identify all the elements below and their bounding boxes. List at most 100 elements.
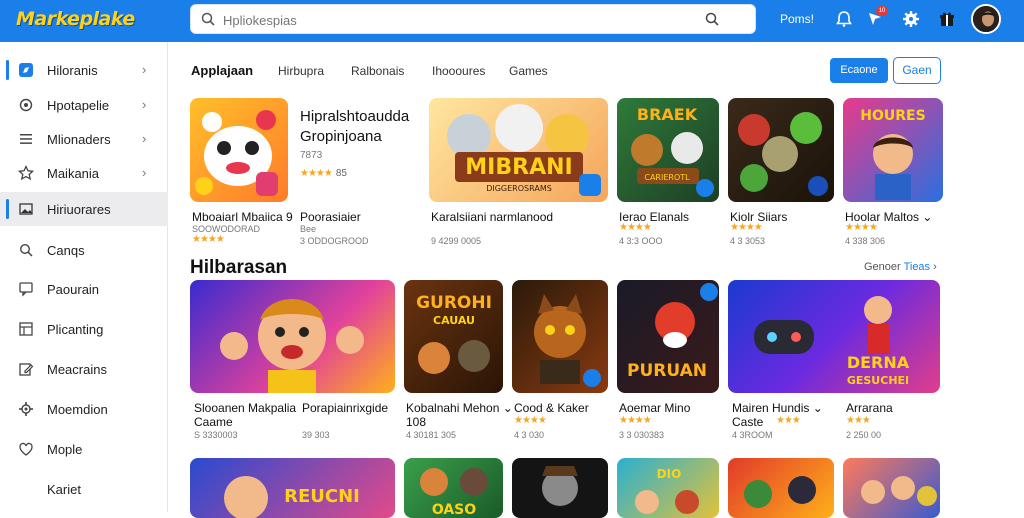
user-greeting[interactable]: Poms! (780, 12, 814, 26)
game-meta: 4 3 030 (514, 430, 545, 440)
sidebar-item-label: Mlionaders (47, 132, 111, 147)
sidebar-item-5[interactable]: Hiriuorares (0, 192, 168, 226)
tab-games[interactable]: Games (509, 64, 548, 78)
game-thumbnail: DIO (617, 458, 719, 518)
app-meta-2: Bee (300, 224, 317, 234)
app-meta-3: 3 ODDOGROOD (300, 236, 369, 246)
sidebar-item-label: Paourain (47, 282, 100, 297)
sidebar-item-2[interactable]: Hpotapelie › (0, 88, 168, 122)
search-submit-icon[interactable] (705, 12, 719, 26)
sidebar-item-11[interactable]: Mople (0, 432, 168, 466)
star-rating: ★★★★ (845, 222, 878, 233)
game-thumbnail (512, 280, 608, 393)
search-box[interactable] (190, 4, 756, 34)
gift-icon[interactable] (938, 10, 956, 28)
game-name-2: Arrarana (846, 401, 893, 415)
thumbnail-title: OASO (432, 502, 476, 518)
thumbnail-title: MIBRANI (465, 155, 572, 180)
sidebar-item-label: Maikania (47, 166, 100, 181)
chevron-right-icon: › (142, 165, 147, 180)
game-thumbnail (512, 458, 608, 518)
app-logo[interactable]: Markeplake (16, 8, 135, 30)
chat-icon (19, 282, 33, 297)
sidebar-item-8[interactable]: Plicanting (0, 312, 168, 346)
sidebar-item-label: Kariet (47, 482, 81, 497)
sidebar-item-label: Meacrains (47, 362, 107, 377)
user-avatar[interactable] (971, 4, 1001, 34)
target-icon (19, 98, 33, 112)
star-rating: ★★★★ (619, 222, 652, 233)
chevron-right-icon: › (142, 97, 147, 112)
thumbnail-banner: CARIEROTL (644, 173, 690, 182)
app-name: Mboaiarl Mbaiica 9 (192, 210, 293, 224)
app-name: Karalsiiani narmlanood (431, 210, 554, 224)
game-meta: S 3330003 (194, 430, 238, 440)
sidebar-item-9[interactable]: Meacrains (0, 352, 168, 386)
tab-2[interactable]: Hirbupra (278, 64, 324, 78)
sidebar-item-3[interactable]: Mlionaders › (0, 122, 168, 156)
search-input[interactable] (223, 10, 683, 30)
sidebar-item-4[interactable]: Maikania › (0, 156, 168, 190)
app-thumbnail (728, 98, 834, 202)
thumbnail-title: GUROHI (416, 293, 492, 313)
chevron-right-icon: › (142, 62, 147, 77)
chevron-right-icon: › (142, 131, 147, 146)
app-meta: 4 3 3053 (730, 236, 766, 246)
game-thumbnail (728, 458, 834, 518)
thumbnail-banner: CAUAU (433, 314, 475, 327)
chevron-down-icon[interactable]: ⌄ (813, 401, 823, 415)
thumbnail-banner: DIGGEROSRAMS (486, 184, 552, 193)
game-name: Aoemar Mino (619, 401, 691, 415)
tab-3[interactable]: Ralbonais (351, 64, 404, 78)
primary-button[interactable]: Ecaone (830, 58, 888, 83)
game-thumbnail: REUCNI (190, 458, 395, 518)
sidebar: Hiloranis › Hpotapelie › Mlionaders › Ma… (0, 42, 168, 512)
chevron-down-icon[interactable]: ⌄ (922, 210, 932, 224)
sidebar-item-10[interactable]: Moemdion (0, 392, 168, 426)
heart-icon (19, 442, 33, 456)
game-name-2: Porapiainrixgide (302, 401, 389, 415)
star-rating: ★★★★ (619, 415, 652, 426)
sidebar-item-label: Hpotapelie (47, 98, 110, 113)
game-thumbnail (190, 280, 395, 393)
secondary-button[interactable]: Gaen (893, 57, 941, 84)
active-indicator (6, 199, 9, 219)
sidebar-item-12[interactable]: Kariet (0, 472, 168, 506)
game-meta-2: 2 250 00 (846, 430, 882, 440)
top-bar: Markeplake Poms! 10 (0, 0, 1024, 42)
game-thumbnail: DERNA GESUCHEI (728, 280, 940, 393)
app-thumbnail: HOURES (843, 98, 943, 202)
see-all-link[interactable]: Genoer Tieas › (864, 261, 937, 273)
thumbnail-title: PURUAN (627, 361, 707, 381)
game-thumbnail (843, 458, 940, 518)
tab-4[interactable]: Ihoooures (432, 64, 485, 78)
thumbnail-title: REUCNI (284, 486, 360, 507)
thumbnail-title: DERNA (847, 353, 910, 372)
pen-icon (19, 363, 34, 376)
search-icon (201, 12, 215, 26)
game-meta: 3 3 030383 (619, 430, 665, 440)
app-name-2: Poorasiaier (300, 210, 361, 224)
chevron-down-icon[interactable]: ⌄ (503, 401, 513, 415)
game-subtitle: Caame (194, 415, 233, 429)
game-subtitle: Caste (732, 415, 764, 429)
sidebar-item-1[interactable]: Hiloranis › (0, 53, 168, 87)
app-thumbnail (190, 98, 288, 202)
star-rating: ★★★ (776, 415, 801, 426)
featured-title: Hipralshtoaudda (300, 108, 410, 125)
settings-icon[interactable] (902, 10, 920, 28)
list-icon (20, 134, 32, 144)
section-title: Hilbarasan (190, 257, 288, 278)
game-subtitle: 108 (406, 415, 427, 429)
tab-applications[interactable]: Applajaan (191, 63, 253, 78)
sidebar-item-7[interactable]: Paourain (0, 272, 168, 306)
thumbnail-title: HOURES (860, 108, 925, 124)
game-thumbnail: GUROHI CAUAU (404, 280, 503, 393)
sidebar-item-label: Canqs (47, 243, 85, 258)
sidebar-item-label: Moemdion (47, 402, 108, 417)
star-rating: ★★★★ (730, 222, 763, 233)
bell-icon[interactable] (835, 10, 853, 28)
sidebar-item-6[interactable]: Canqs (0, 233, 168, 267)
sidebar-item-label: Plicanting (47, 322, 104, 337)
app-thumbnail: BRAEK CARIEROTL (617, 98, 719, 202)
